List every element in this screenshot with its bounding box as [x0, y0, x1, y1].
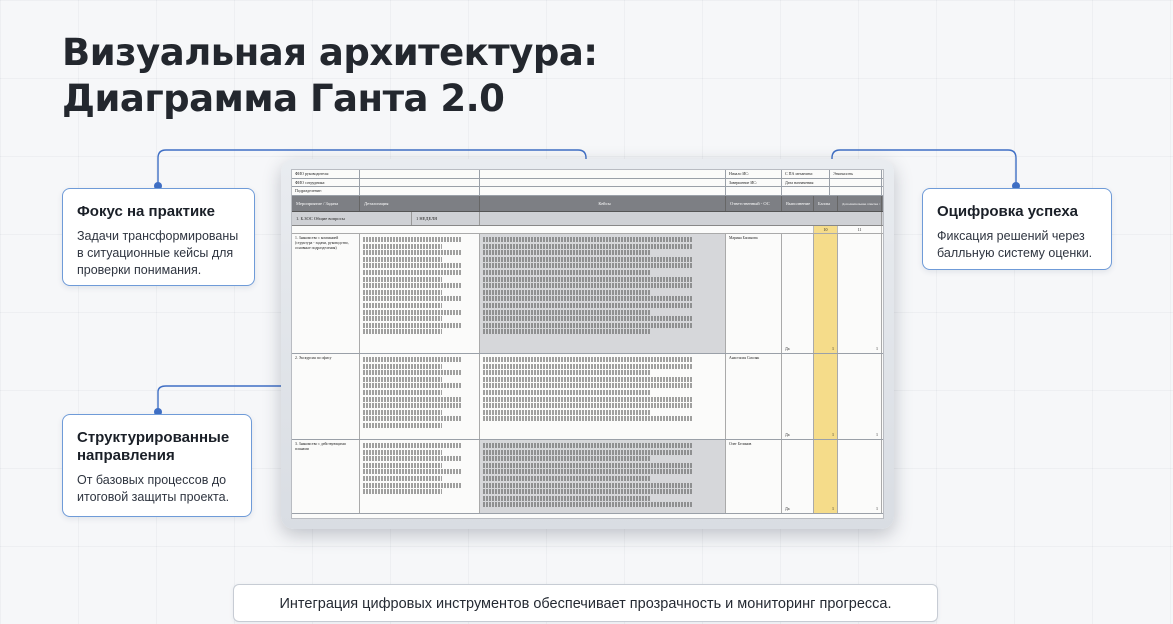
- spreadsheet-device-frame: ФИО руководителя: Начало ИС: С ПА механи…: [281, 159, 894, 529]
- callout-digital-success: Оцифровка успеха Фиксация решений через …: [922, 188, 1112, 270]
- column-header: Детализация: [360, 195, 480, 211]
- row-done: Да: [782, 233, 814, 353]
- row-detail: [360, 439, 480, 513]
- row-owner: Марина Басинова: [726, 233, 782, 353]
- column-header: Баллы: [814, 195, 838, 211]
- sheet-meta-row: Подразделение:: [292, 187, 883, 196]
- row-owner: Анастасия Смоляк: [726, 353, 782, 439]
- row-task: 2. Экскурсия по офису: [292, 353, 360, 439]
- row-task: 3. Знакомство с действующими планами: [292, 439, 360, 513]
- row-done: Да: [782, 353, 814, 439]
- meta-label-employee: ФИО сотрудника:: [292, 178, 360, 186]
- row-cases: [480, 233, 726, 353]
- column-header: Ответственный - ОС: [726, 195, 782, 211]
- gantt-spreadsheet: ФИО руководителя: Начало ИС: С ПА механи…: [291, 169, 884, 519]
- sheet-meta-row: ФИО руководителя: Начало ИС: С ПА механи…: [292, 170, 883, 179]
- row-detail: [360, 353, 480, 439]
- callout-heading: Фокус на практике: [77, 203, 216, 220]
- row-extra: 1: [838, 439, 882, 513]
- sheet-section-row: 1. Б.ЗОС Общие вопросы 1 НЕДЕЛЯ: [292, 211, 883, 226]
- callout-text: Задачи трансформированы в ситуационные к…: [77, 229, 239, 277]
- sheet-header-row: Мероприятие / Задача Детализация Кейсы О…: [292, 195, 883, 212]
- callout-text: Фиксация решений через балльную систему …: [937, 229, 1093, 260]
- meta-label-mechanism: С ПА механизм:: [782, 170, 830, 178]
- callout-heading: Структурированные направления: [77, 429, 230, 464]
- row-done: Да: [782, 439, 814, 513]
- column-header: Мероприятие / Задача: [292, 195, 360, 211]
- row-extra: 1: [838, 353, 882, 439]
- table-row: 3. Знакомство с действующими планами Оле…: [292, 439, 883, 514]
- callout-heading: Оцифровка успеха: [937, 203, 1078, 220]
- row-score: 1: [814, 353, 838, 439]
- bottom-caption: Интеграция цифровых инструментов обеспеч…: [233, 584, 938, 622]
- row-score: 1: [814, 439, 838, 513]
- callout-practice-focus: Фокус на практике Задачи трансформирован…: [62, 188, 255, 286]
- meta-label-manager: ФИО руководителя:: [292, 170, 360, 178]
- meta-label-start: Начало ИС:: [726, 170, 782, 178]
- meta-label-end: Завершение ИС:: [726, 178, 782, 186]
- row-cases: [480, 353, 726, 439]
- meta-label-assign-date: Дата назначения:: [782, 178, 830, 186]
- week-number: 11: [838, 225, 882, 233]
- row-cases: [480, 439, 726, 513]
- column-header: Дополнительная отметка / Комментарий: [838, 195, 882, 211]
- sheet-meta-row: ФИО сотрудника: Завершение ИС: Дата назн…: [292, 178, 883, 187]
- page-title-line-1: Визуальная архитектура:: [62, 31, 598, 74]
- week-number: 10: [814, 225, 838, 233]
- column-header: Кейсы: [480, 195, 726, 211]
- row-owner: Олег Белинов: [726, 439, 782, 513]
- sheet-week-number-row: 10 11: [292, 225, 883, 234]
- meta-label-department: Подразделение:: [292, 187, 360, 195]
- page-title-line-2: Диаграмма Ганта 2.0: [62, 77, 505, 120]
- row-extra: 1: [838, 233, 882, 353]
- table-row: 2. Экскурсия по офису Анастасия Смоляк Д…: [292, 353, 883, 440]
- section-label: 1. Б.ЗОС Общие вопросы: [292, 211, 412, 225]
- row-detail: [360, 233, 480, 353]
- table-row: 1. Знакомство с компанией (структура - з…: [292, 233, 883, 354]
- page-title: Визуальная архитектура: Диаграмма Ганта …: [62, 30, 598, 122]
- connector-structured: [157, 385, 292, 412]
- callout-text: От базовых процессов до итоговой защиты …: [77, 473, 230, 504]
- row-task: 1. Знакомство с компанией (структура - з…: [292, 233, 360, 353]
- section-week: 1 НЕДЕЛЯ: [412, 211, 480, 225]
- callout-structured-directions: Структурированные направления От базовых…: [62, 414, 252, 517]
- column-header: Выполнение: [782, 195, 814, 211]
- row-score: 1: [814, 233, 838, 353]
- meta-label-stages: Этапность: [830, 170, 882, 178]
